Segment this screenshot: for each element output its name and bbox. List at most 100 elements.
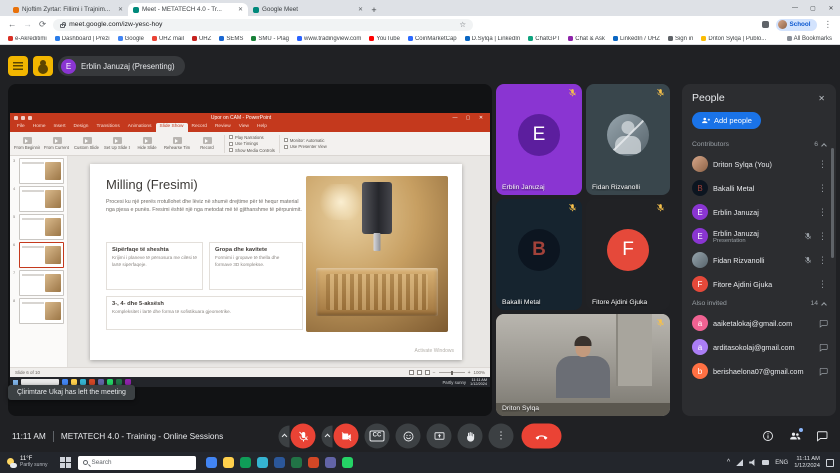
video-tile-fidan-rizvanolli[interactable]: Fidan Rizvanolli <box>586 84 670 195</box>
scrollbar[interactable] <box>831 148 834 258</box>
taskbar-app-icon[interactable] <box>291 457 302 468</box>
browser-tab-3[interactable]: Google Meet ✕ <box>248 3 368 16</box>
bookmark-item[interactable]: e-Akreditimi <box>8 36 47 42</box>
presenter-chip[interactable]: E Erblin Januzaj (Presenting) <box>58 56 185 76</box>
video-tile-bakalli-metal[interactable]: B Bakalli Metal <box>496 199 582 310</box>
taskbar-app-icon[interactable] <box>240 457 251 468</box>
battery-icon[interactable] <box>762 460 769 465</box>
reload-icon[interactable]: ⟳ <box>39 20 46 29</box>
more-options-icon[interactable]: ⋮ <box>817 280 828 289</box>
tab-close-icon[interactable]: ✕ <box>118 6 123 13</box>
notification-icon[interactable] <box>826 459 834 467</box>
chat-icon[interactable] <box>819 343 828 352</box>
browser-menu-icon[interactable]: ⋮ <box>824 20 833 29</box>
back-icon[interactable]: ← <box>8 20 17 29</box>
video-tile-fitore-ajdini-gjuka[interactable]: F Fitore Ajdini Gjuka <box>586 199 670 310</box>
taskbar-app-icon[interactable] <box>325 457 336 468</box>
video-tile-driton-sylqa[interactable]: Driton Sylqa <box>496 314 670 416</box>
taskbar-app-icon[interactable] <box>342 457 353 468</box>
taskbar-search[interactable]: Search <box>78 456 196 470</box>
bookmark-item[interactable]: www.tradingview.com <box>297 36 361 42</box>
close-icon[interactable]: ✕ <box>822 0 840 16</box>
chat-icon[interactable] <box>819 367 828 376</box>
more-options-icon[interactable]: ⋮ <box>817 208 828 217</box>
also-invited-section-header[interactable]: Also invited 14 <box>682 296 836 311</box>
reactions-button[interactable] <box>396 424 421 449</box>
ppt-close-icon: ✕ <box>476 115 486 121</box>
volume-icon[interactable] <box>749 459 756 466</box>
weather-widget[interactable]: 11°F Partly sunny <box>4 452 51 473</box>
participant-row[interactable]: Fidan Rizvanolli ⋮ <box>682 248 836 272</box>
captions-button[interactable]: CC <box>365 424 390 449</box>
bookmark-item[interactable]: YouTube <box>369 36 400 42</box>
meeting-details-icon[interactable] <box>762 430 774 442</box>
mic-options-chevron[interactable] <box>279 425 290 447</box>
bookmark-item[interactable]: SMU - Plag <box>251 36 289 42</box>
camera-off-button[interactable] <box>334 424 359 449</box>
bookmark-item[interactable]: CoinMarketCap <box>408 36 457 42</box>
browser-tab-1[interactable]: Njoftim Zyrtar: Fillimi i Trajnim... ✕ <box>8 3 128 16</box>
taskbar-app-icon[interactable] <box>274 457 285 468</box>
new-tab-button[interactable]: + <box>368 3 380 16</box>
tab-close-icon[interactable]: ✕ <box>238 6 243 13</box>
bookmark-item[interactable]: Driton Sylqa | Publo... <box>701 36 766 42</box>
more-options-icon[interactable]: ⋮ <box>817 184 828 193</box>
bookmark-item[interactable]: UHZ mail <box>152 36 184 42</box>
more-options-icon[interactable]: ⋮ <box>817 232 828 241</box>
url-bar[interactable]: meet.google.com/izw-yesc-hoy ☆ <box>53 19 473 31</box>
bookmark-item[interactable]: Chat & Ask <box>568 36 605 42</box>
meet-overlay-button-2[interactable] <box>33 56 53 76</box>
raise-hand-button[interactable] <box>458 424 483 449</box>
bookmark-item[interactable]: ChatGPT <box>528 36 560 42</box>
start-button[interactable] <box>60 457 71 468</box>
end-call-button[interactable] <box>522 424 562 449</box>
browser-tab-2-active[interactable]: Meet - METATECH 4.0 - Tr... ✕ <box>128 3 248 16</box>
invited-row[interactable]: b berishaelona07@gmail.com <box>682 359 836 383</box>
tray-expand-icon[interactable]: ^ <box>727 459 730 466</box>
present-button[interactable] <box>427 424 452 449</box>
camera-options-chevron[interactable] <box>322 425 333 447</box>
people-icon[interactable] <box>789 430 801 442</box>
participant-row[interactable]: E Erblin JanuzajPresentation ⋮ <box>682 224 836 248</box>
language-indicator[interactable]: ENG <box>775 460 788 466</box>
taskbar-clock[interactable]: 11:11 AM1/12/2024 <box>794 456 820 470</box>
chat-icon[interactable] <box>819 319 828 328</box>
bookmark-item[interactable]: LinkedIn / UHZ <box>613 36 660 42</box>
video-tile-erblin-januzaj[interactable]: E Erblin Januzaj <box>496 84 582 195</box>
participant-row[interactable]: Driton Sylqa (You) ⋮ <box>682 152 836 176</box>
bookmark-item[interactable]: UHZ <box>192 36 211 42</box>
bookmark-item[interactable]: D.Sylqa | LinkedIn <box>465 36 521 42</box>
invited-row[interactable]: a aaiketalokaj@gmail.com <box>682 311 836 335</box>
bookmark-item[interactable]: Dashboard | Prezi <box>55 36 110 42</box>
more-options-icon[interactable]: ⋮ <box>817 256 828 265</box>
mic-off-button[interactable] <box>291 424 316 449</box>
bookmark-item[interactable]: Sign in <box>668 36 693 42</box>
participant-row[interactable]: E Erblin Januzaj ⋮ <box>682 200 836 224</box>
extensions-icon[interactable] <box>762 21 769 28</box>
close-icon[interactable]: ✕ <box>817 93 826 104</box>
taskbar-app-icon[interactable] <box>308 457 319 468</box>
taskbar-app-icon[interactable] <box>257 457 268 468</box>
taskbar-app-icon[interactable] <box>206 457 217 468</box>
presentation-tile[interactable]: Upor on CAM - PowerPoint — ▢ ✕ File Home… <box>8 84 492 416</box>
bookmark-item[interactable]: Google <box>118 36 144 42</box>
meet-overlay-button-1[interactable] <box>8 56 28 76</box>
profile-chip[interactable]: School <box>776 19 817 31</box>
add-people-button[interactable]: Add people <box>692 112 761 129</box>
forward-icon[interactable]: → <box>24 20 33 29</box>
tab-close-icon[interactable]: ✕ <box>358 6 363 13</box>
minimize-icon[interactable]: — <box>786 0 804 16</box>
invited-row[interactable]: a arditasokolaj@gmail.com <box>682 335 836 359</box>
participant-row[interactable]: F Fitore Ajdini Gjuka ⋮ <box>682 272 836 296</box>
network-icon[interactable] <box>736 459 743 466</box>
all-bookmarks-button[interactable]: All Bookmarks <box>787 36 832 42</box>
bookmark-star-icon[interactable]: ☆ <box>459 20 466 29</box>
more-options-icon[interactable]: ⋮ <box>817 160 828 169</box>
bookmark-item[interactable]: SEMS <box>219 36 243 42</box>
maximize-icon[interactable]: ▢ <box>804 0 822 16</box>
more-options-button[interactable]: ⋮ <box>489 424 514 449</box>
participant-row[interactable]: B Bakalli Metal ⋮ <box>682 176 836 200</box>
contributors-section-header[interactable]: Contributors 6 <box>682 137 836 152</box>
chat-icon[interactable] <box>816 430 828 442</box>
taskbar-app-icon[interactable] <box>223 457 234 468</box>
